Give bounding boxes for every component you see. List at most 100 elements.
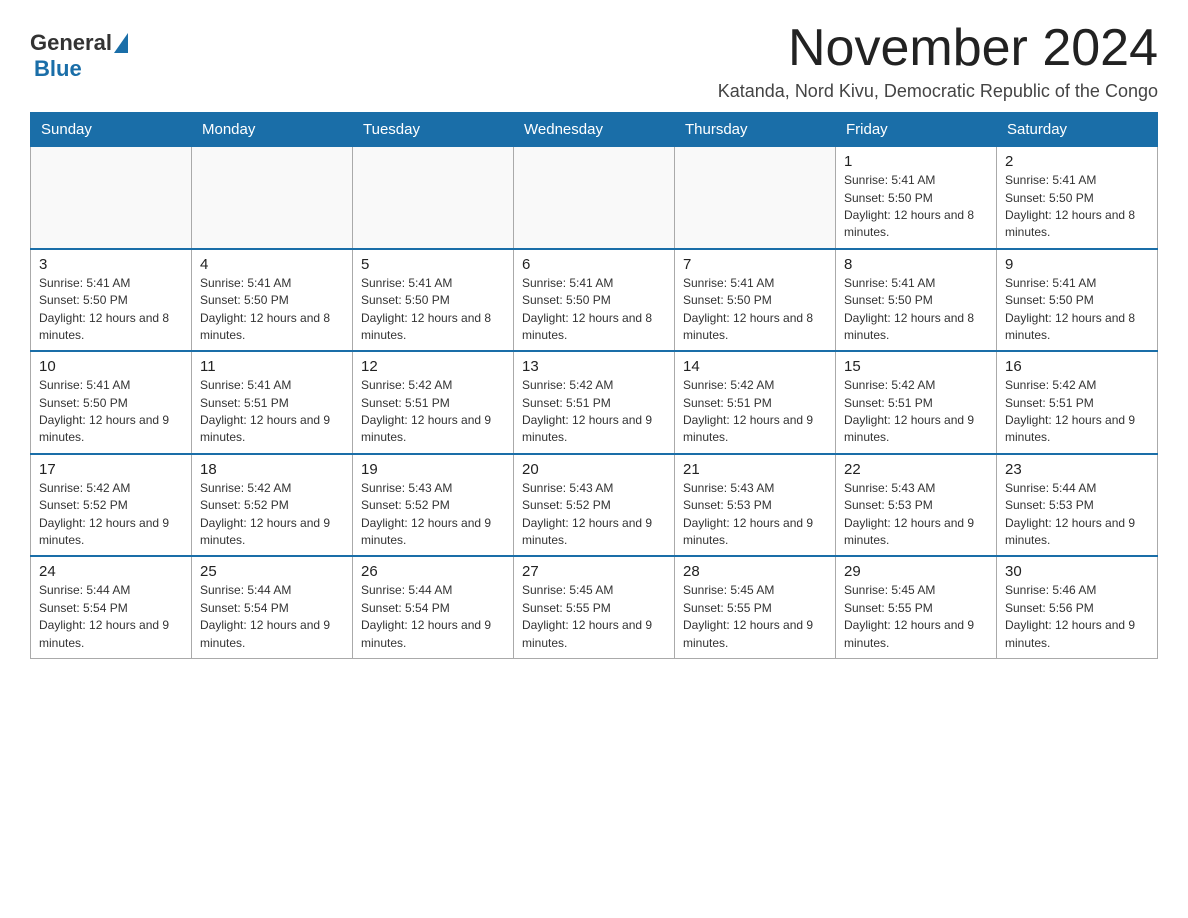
day-info: Sunrise: 5:41 AMSunset: 5:50 PMDaylight:… [844, 275, 988, 345]
logo-triangle-icon [114, 33, 128, 53]
day-number: 4 [200, 256, 344, 273]
day-info: Sunrise: 5:43 AMSunset: 5:52 PMDaylight:… [522, 480, 666, 550]
day-number: 6 [522, 256, 666, 273]
day-number: 2 [1005, 153, 1149, 170]
calendar-cell: 27Sunrise: 5:45 AMSunset: 5:55 PMDayligh… [514, 556, 675, 658]
calendar-cell: 16Sunrise: 5:42 AMSunset: 5:51 PMDayligh… [997, 351, 1158, 454]
day-number: 5 [361, 256, 505, 273]
calendar-header-thursday: Thursday [675, 113, 836, 147]
calendar-cell: 13Sunrise: 5:42 AMSunset: 5:51 PMDayligh… [514, 351, 675, 454]
calendar-cell: 12 Sunrise: 5:42 AMSunset: 5:51 PMDayligh… [353, 351, 514, 454]
day-info: Sunrise: 5:42 AMSunset: 5:51 PMDaylight:… [522, 377, 666, 447]
calendar-week-row: 1Sunrise: 5:41 AMSunset: 5:50 PMDaylight… [31, 147, 1158, 249]
calendar-header-row: SundayMondayTuesdayWednesdayThursdayFrid… [31, 113, 1158, 147]
calendar-cell: 20 Sunrise: 5:43 AMSunset: 5:52 PMDayligh… [514, 454, 675, 557]
day-info: Sunrise: 5:44 AMSunset: 5:54 PMDaylight:… [39, 582, 183, 652]
calendar-header-tuesday: Tuesday [353, 113, 514, 147]
calendar-cell: 24Sunrise: 5:44 AMSunset: 5:54 PMDayligh… [31, 556, 192, 658]
day-info: Sunrise: 5:42 AMSunset: 5:51 PMDaylight:… [844, 377, 988, 447]
calendar-header-saturday: Saturday [997, 113, 1158, 147]
day-number: 14 [683, 358, 827, 375]
day-info: Sunrise: 5:45 AMSunset: 5:55 PMDaylight:… [522, 582, 666, 652]
day-number: 29 [844, 563, 988, 580]
day-info: Sunrise: 5:45 AMSunset: 5:55 PMDaylight:… [844, 582, 988, 652]
day-info: Sunrise: 5:41 AMSunset: 5:50 PMDaylight:… [361, 275, 505, 345]
calendar-cell: 22 Sunrise: 5:43 AMSunset: 5:53 PMDayligh… [836, 454, 997, 557]
day-number: 21 [683, 461, 827, 478]
calendar-cell: 21 Sunrise: 5:43 AMSunset: 5:53 PMDayligh… [675, 454, 836, 557]
logo-blue-text: Blue [34, 56, 82, 81]
calendar-cell: 17 Sunrise: 5:42 AMSunset: 5:52 PMDayligh… [31, 454, 192, 557]
calendar-cell: 8 Sunrise: 5:41 AMSunset: 5:50 PMDaylight… [836, 249, 997, 352]
day-info: Sunrise: 5:41 AMSunset: 5:51 PMDaylight:… [200, 377, 344, 447]
calendar-cell: 10 Sunrise: 5:41 AMSunset: 5:50 PMDayligh… [31, 351, 192, 454]
day-info: Sunrise: 5:43 AMSunset: 5:53 PMDaylight:… [844, 480, 988, 550]
location-title: Katanda, Nord Kivu, Democratic Republic … [718, 81, 1158, 102]
calendar-cell: 18Sunrise: 5:42 AMSunset: 5:52 PMDayligh… [192, 454, 353, 557]
day-info: Sunrise: 5:41 AMSunset: 5:50 PMDaylight:… [39, 377, 183, 447]
day-info: Sunrise: 5:44 AMSunset: 5:53 PMDaylight:… [1005, 480, 1149, 550]
calendar-header-friday: Friday [836, 113, 997, 147]
day-number: 25 [200, 563, 344, 580]
day-info: Sunrise: 5:42 AMSunset: 5:51 PMDaylight:… [1005, 377, 1149, 447]
day-info: Sunrise: 5:41 AMSunset: 5:50 PMDaylight:… [1005, 172, 1149, 242]
title-area: November 2024 Katanda, Nord Kivu, Democr… [718, 20, 1158, 102]
calendar-cell: 11 Sunrise: 5:41 AMSunset: 5:51 PMDayligh… [192, 351, 353, 454]
day-number: 12 [361, 358, 505, 375]
calendar-week-row: 17 Sunrise: 5:42 AMSunset: 5:52 PMDayligh… [31, 454, 1158, 557]
day-number: 26 [361, 563, 505, 580]
day-info: Sunrise: 5:43 AMSunset: 5:53 PMDaylight:… [683, 480, 827, 550]
logo-general-text: General [30, 30, 112, 56]
month-title: November 2024 [718, 20, 1158, 77]
calendar-cell: 28 Sunrise: 5:45 AMSunset: 5:55 PMDayligh… [675, 556, 836, 658]
day-info: Sunrise: 5:43 AMSunset: 5:52 PMDaylight:… [361, 480, 505, 550]
day-number: 23 [1005, 461, 1149, 478]
calendar-cell: 19 Sunrise: 5:43 AMSunset: 5:52 PMDayligh… [353, 454, 514, 557]
day-info: Sunrise: 5:45 AMSunset: 5:55 PMDaylight:… [683, 582, 827, 652]
day-number: 18 [200, 461, 344, 478]
calendar-cell [675, 147, 836, 249]
calendar-cell: 2 Sunrise: 5:41 AMSunset: 5:50 PMDaylight… [997, 147, 1158, 249]
day-info: Sunrise: 5:44 AMSunset: 5:54 PMDaylight:… [361, 582, 505, 652]
calendar-cell: 23 Sunrise: 5:44 AMSunset: 5:53 PMDayligh… [997, 454, 1158, 557]
logo: General Blue [30, 20, 130, 82]
day-number: 7 [683, 256, 827, 273]
day-number: 10 [39, 358, 183, 375]
day-info: Sunrise: 5:41 AMSunset: 5:50 PMDaylight:… [200, 275, 344, 345]
calendar-cell: 29 Sunrise: 5:45 AMSunset: 5:55 PMDayligh… [836, 556, 997, 658]
day-number: 28 [683, 563, 827, 580]
calendar-cell [31, 147, 192, 249]
calendar-cell: 5 Sunrise: 5:41 AMSunset: 5:50 PMDaylight… [353, 249, 514, 352]
calendar-header-sunday: Sunday [31, 113, 192, 147]
day-number: 3 [39, 256, 183, 273]
day-info: Sunrise: 5:41 AMSunset: 5:50 PMDaylight:… [522, 275, 666, 345]
calendar-cell: 30Sunrise: 5:46 AMSunset: 5:56 PMDayligh… [997, 556, 1158, 658]
day-number: 11 [200, 358, 344, 375]
day-number: 19 [361, 461, 505, 478]
day-info: Sunrise: 5:42 AMSunset: 5:51 PMDaylight:… [683, 377, 827, 447]
page-header: General Blue November 2024 Katanda, Nord… [30, 20, 1158, 102]
day-number: 15 [844, 358, 988, 375]
day-number: 20 [522, 461, 666, 478]
calendar-week-row: 3 Sunrise: 5:41 AMSunset: 5:50 PMDaylight… [31, 249, 1158, 352]
calendar-cell: 4 Sunrise: 5:41 AMSunset: 5:50 PMDaylight… [192, 249, 353, 352]
day-info: Sunrise: 5:42 AMSunset: 5:51 PMDaylight:… [361, 377, 505, 447]
day-number: 30 [1005, 563, 1149, 580]
day-number: 8 [844, 256, 988, 273]
calendar-cell: 15 Sunrise: 5:42 AMSunset: 5:51 PMDayligh… [836, 351, 997, 454]
day-info: Sunrise: 5:41 AMSunset: 5:50 PMDaylight:… [1005, 275, 1149, 345]
day-number: 17 [39, 461, 183, 478]
day-info: Sunrise: 5:44 AMSunset: 5:54 PMDaylight:… [200, 582, 344, 652]
calendar-cell: 6 Sunrise: 5:41 AMSunset: 5:50 PMDaylight… [514, 249, 675, 352]
calendar-cell [514, 147, 675, 249]
calendar-cell [192, 147, 353, 249]
day-info: Sunrise: 5:42 AMSunset: 5:52 PMDaylight:… [39, 480, 183, 550]
day-number: 9 [1005, 256, 1149, 273]
calendar-header-wednesday: Wednesday [514, 113, 675, 147]
day-number: 22 [844, 461, 988, 478]
calendar-cell: 1Sunrise: 5:41 AMSunset: 5:50 PMDaylight… [836, 147, 997, 249]
calendar-cell: 9 Sunrise: 5:41 AMSunset: 5:50 PMDaylight… [997, 249, 1158, 352]
day-info: Sunrise: 5:41 AMSunset: 5:50 PMDaylight:… [39, 275, 183, 345]
calendar-header-monday: Monday [192, 113, 353, 147]
calendar-cell [353, 147, 514, 249]
